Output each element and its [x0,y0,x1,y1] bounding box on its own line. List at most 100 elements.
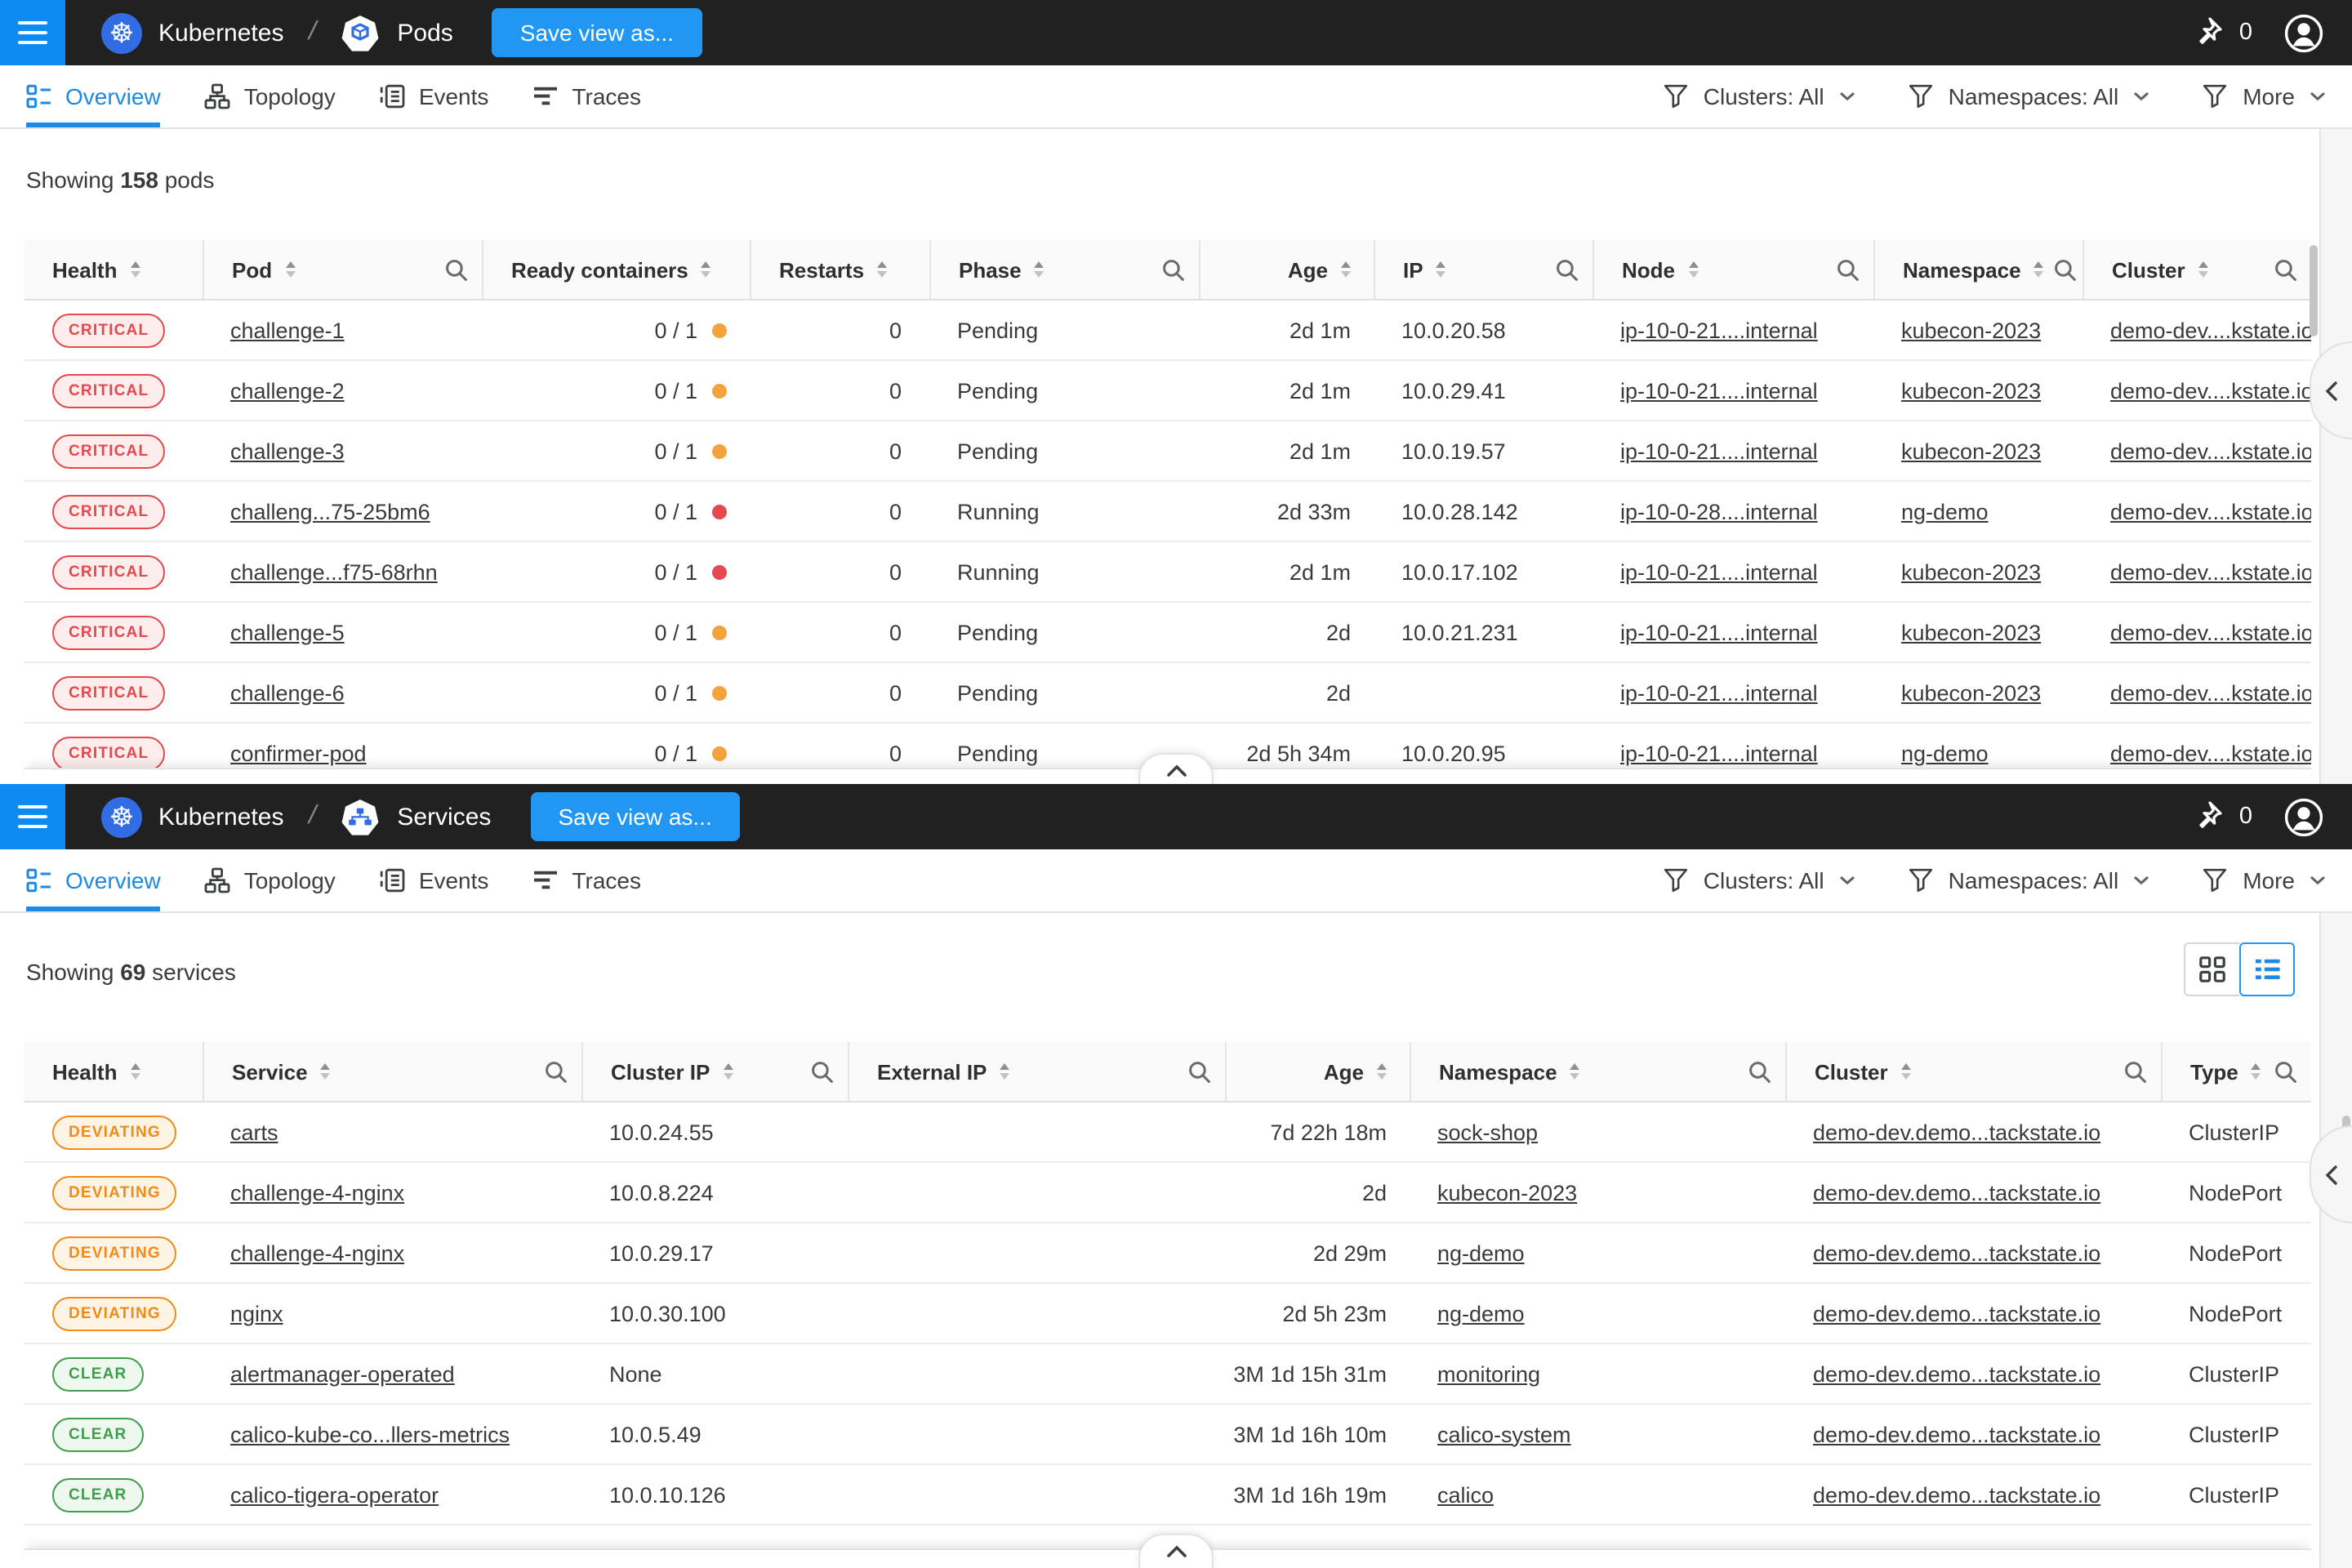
sort-icon[interactable] [1341,261,1351,278]
column-header-health[interactable]: Health [24,1042,203,1101]
namespace-link[interactable]: ng-demo [1437,1301,1525,1325]
column-header-external_ip[interactable]: External IP [848,1042,1225,1101]
avatar[interactable] [2283,12,2324,53]
node-link[interactable]: ip-10-0-21....internal [1620,559,1818,584]
save-view-as-button[interactable]: Save view as... [530,792,739,841]
sort-icon[interactable] [702,261,711,278]
namespace-link[interactable]: kubecon-2023 [1901,680,2041,705]
hamburger-menu-button[interactable] [0,0,65,65]
tab-topology[interactable]: Topology [205,849,336,911]
cluster-link[interactable]: demo-dev.demo...tackstate.io [1813,1241,2100,1265]
column-header-cluster[interactable]: Cluster [1785,1042,2161,1101]
tab-traces[interactable]: Traces [532,65,641,127]
namespace-link[interactable]: kubecon-2023 [1901,620,2041,644]
pod-link[interactable]: challenge-2 [230,378,345,403]
tab-events[interactable]: Events [380,65,489,127]
cluster-link[interactable]: demo-dev.demo...tackstate.io [1813,1422,2100,1446]
namespace-link[interactable]: ng-demo [1901,741,1989,765]
column-header-age[interactable]: Age [1199,240,1374,299]
clusters-filter[interactable]: Clusters: All [1663,83,1855,109]
namespace-link[interactable]: calico [1437,1482,1494,1507]
breadcrumb-root[interactable]: Kubernetes [158,803,283,831]
search-icon[interactable] [1836,257,1860,282]
namespace-link[interactable]: kubecon-2023 [1901,318,2041,342]
service-link[interactable]: challenge-4-nginx [230,1180,404,1205]
scrollbar-thumb[interactable] [2310,245,2318,336]
tab-overview[interactable]: Overview [26,65,161,127]
sort-icon[interactable] [1377,1062,1387,1080]
sort-icon[interactable] [130,261,140,278]
sort-icon[interactable] [723,1062,733,1080]
tab-traces[interactable]: Traces [532,849,641,911]
cluster-link[interactable]: demo-dev....kstate.io [2110,620,2311,644]
namespace-link[interactable]: kubecon-2023 [1437,1180,1577,1205]
search-icon[interactable] [2274,257,2298,282]
sort-icon[interactable] [130,1062,140,1080]
pod-link[interactable]: challenge-1 [230,318,345,342]
service-link[interactable]: carts [230,1120,278,1144]
hamburger-menu-button[interactable] [0,784,65,849]
cluster-link[interactable]: demo-dev....kstate.io [2110,318,2311,342]
search-icon[interactable] [810,1059,835,1084]
search-icon[interactable] [2123,1059,2148,1084]
service-link[interactable]: alertmanager-operated [230,1361,455,1386]
namespace-link[interactable]: calico-system [1437,1422,1571,1446]
cluster-link[interactable]: demo-dev.demo...tackstate.io [1813,1482,2100,1507]
collapse-panel-handle[interactable] [2310,1125,2352,1223]
sort-icon[interactable] [1688,261,1698,278]
tab-events[interactable]: Events [380,849,489,911]
search-icon[interactable] [444,257,469,282]
cluster-link[interactable]: demo-dev.demo...tackstate.io [1813,1120,2100,1144]
column-header-age[interactable]: Age [1225,1042,1410,1101]
column-header-health[interactable]: Health [24,240,203,299]
namespace-link[interactable]: kubecon-2023 [1901,439,2041,463]
service-link[interactable]: calico-tigera-operator [230,1482,439,1507]
search-icon[interactable] [2274,1059,2298,1084]
scroll-to-top-button[interactable] [1138,1534,1214,1568]
more-filter[interactable]: More [2202,867,2326,893]
sort-icon[interactable] [1437,261,1446,278]
service-link[interactable]: challenge-4-nginx [230,1241,404,1265]
column-header-restarts[interactable]: Restarts [750,240,929,299]
column-header-cluster_ip[interactable]: Cluster IP [581,1042,848,1101]
column-header-type[interactable]: Type [2161,1042,2311,1101]
column-header-node[interactable]: Node [1592,240,1873,299]
cluster-link[interactable]: demo-dev....kstate.io [2110,439,2311,463]
search-icon[interactable] [1187,1059,1212,1084]
namespace-link[interactable]: monitoring [1437,1361,1540,1386]
grid-view-button[interactable] [2184,942,2239,996]
sort-icon[interactable] [285,261,295,278]
breadcrumb-root[interactable]: Kubernetes [158,19,283,47]
pod-link[interactable]: challenge-6 [230,680,345,705]
pod-link[interactable]: challenge...f75-68rhn [230,559,438,584]
namespace-link[interactable]: ng-demo [1437,1241,1525,1265]
pin-icon[interactable] [2189,15,2225,51]
namespaces-filter[interactable]: Namespaces: All [1908,83,2150,109]
tab-topology[interactable]: Topology [205,65,336,127]
pod-link[interactable]: challenge-3 [230,439,345,463]
breadcrumb-page[interactable]: Services [397,803,491,831]
node-link[interactable]: ip-10-0-21....internal [1620,741,1818,765]
sort-icon[interactable] [1000,1062,1009,1080]
breadcrumb-page[interactable]: Pods [397,19,452,47]
column-header-namespace[interactable]: Namespace [1410,1042,1785,1101]
cluster-link[interactable]: demo-dev....kstate.io [2110,680,2311,705]
sort-icon[interactable] [1901,1062,1911,1080]
cluster-link[interactable]: demo-dev.demo...tackstate.io [1813,1361,2100,1386]
namespace-link[interactable]: kubecon-2023 [1901,378,2041,403]
cluster-link[interactable]: demo-dev....kstate.io [2110,741,2311,765]
namespace-link[interactable]: ng-demo [1901,499,1989,523]
service-link[interactable]: calico-kube-co...llers-metrics [230,1422,510,1446]
search-icon[interactable] [1555,257,1579,282]
cluster-link[interactable]: demo-dev....kstate.io [2110,559,2311,584]
column-header-phase[interactable]: Phase [929,240,1199,299]
pod-link[interactable]: confirmer-pod [230,741,367,765]
pin-icon[interactable] [2189,799,2225,835]
sort-icon[interactable] [1035,261,1045,278]
pod-link[interactable]: challenge-5 [230,620,345,644]
sort-icon[interactable] [1570,1062,1580,1080]
sort-icon[interactable] [877,261,887,278]
search-icon[interactable] [1748,1059,1772,1084]
clusters-filter[interactable]: Clusters: All [1663,867,1855,893]
cluster-link[interactable]: demo-dev....kstate.io [2110,378,2311,403]
